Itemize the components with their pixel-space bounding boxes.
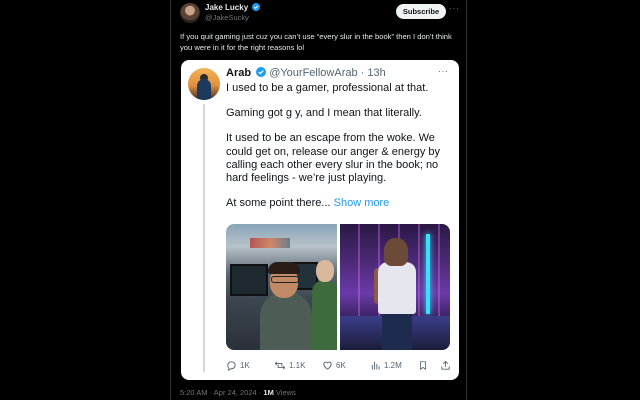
repost-count: 1.1K [289,360,306,370]
author-handle[interactable]: @JakeSucky [205,13,249,22]
views-button[interactable]: 1.2M [370,358,402,372]
avatar-figure-body [197,79,211,100]
reply-icon [227,360,236,371]
body-paragraph: It used to be an escape from the woke. W… [226,132,441,185]
quoted-post-card[interactable]: Arab @YourFellowArab · 13h ··· I used to… [181,60,459,380]
photo-person-legs [381,312,412,350]
views-chart-icon [371,361,380,370]
thread-line [203,104,205,372]
quoted-author-name[interactable]: Arab [226,67,251,79]
quoted-time[interactable]: · 13h [361,67,386,79]
quoted-avatar[interactable] [188,68,220,100]
body-paragraph-last: At some point there... Show more [226,197,454,210]
like-button[interactable]: 6K [322,358,346,372]
verified-badge-icon [256,67,267,77]
body-paragraph: Gaming got g y, and I mean that literall… [226,107,422,120]
views-count: 1.2M [384,360,402,370]
more-options-icon[interactable]: ··· [438,66,449,76]
like-count: 6K [336,360,346,370]
author-name-text[interactable]: Jake Lucky [205,3,248,12]
subscribe-button[interactable]: Subscribe [396,4,446,19]
verified-badge-icon [252,3,261,11]
photo-gamer-at-desk[interactable] [226,224,337,350]
quoted-body: I used to be a gamer, professional at th… [226,82,454,210]
photo-person-head [383,238,408,266]
share-icon [441,360,450,370]
post-timestamp[interactable]: 5:20 AM · Apr 24, 2024 [180,388,257,397]
media-grid [226,224,450,350]
quoted-author-handle[interactable]: @YourFellowArab [269,67,357,79]
share-button[interactable] [440,358,451,372]
quoted-header: Arab @YourFellowArab · 13h [226,67,386,79]
views-total: 1M [263,388,274,397]
photo-person-jersey [377,262,416,314]
photo-person-side-head [316,260,334,282]
post-meta: 5:20 AM · Apr 24, 2024 · 1M Views [180,388,296,397]
action-bar: 1K 1.1K 6K 1.2M [226,358,454,372]
bookmark-button[interactable] [418,358,428,372]
photo-neon-arena[interactable] [339,224,450,350]
reply-button[interactable]: 1K [226,358,250,372]
author-name[interactable]: Jake Lucky [205,3,261,12]
repost-button[interactable]: 1.1K [274,358,305,372]
photo-person-body [260,292,312,350]
photo-monitor [230,264,268,296]
views-label: Views [275,388,296,397]
body-paragraph: At some point there... [226,197,331,210]
photo-background-light [250,238,290,248]
heart-icon [323,361,332,370]
photo-neon-bar [425,234,430,314]
show-more-link[interactable]: Show more [334,197,390,209]
photo-person-hair [268,262,300,274]
more-options-icon[interactable]: ··· [449,3,460,13]
avatar[interactable] [180,3,200,23]
reply-count: 1K [240,360,250,370]
photo-person-side [312,280,337,350]
repost-icon [274,361,286,369]
photo-glasses [271,276,299,283]
body-paragraph: I used to be a gamer, professional at th… [226,82,429,94]
post-text: If you quit gaming just cuz you can’t us… [180,32,452,52]
bookmark-icon [420,360,426,370]
